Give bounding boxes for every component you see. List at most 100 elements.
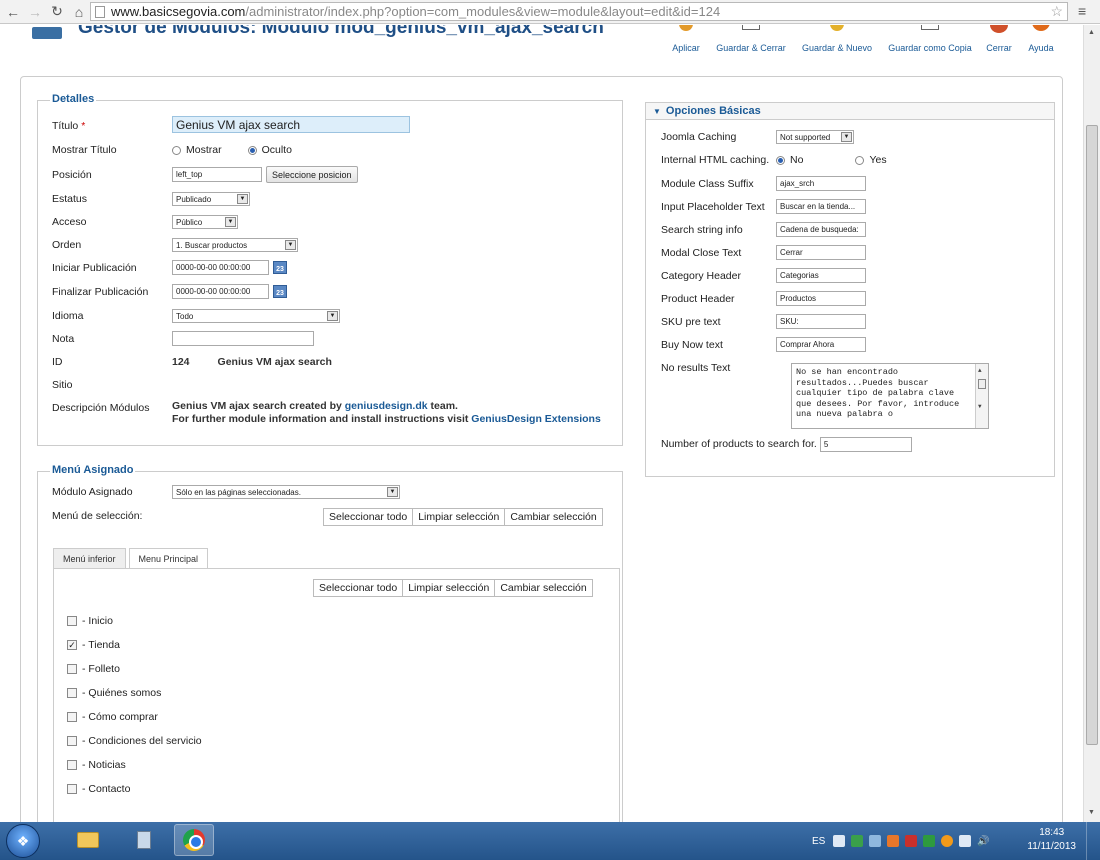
back-arrow-icon[interactable]: ←: [4, 3, 22, 21]
page-icon: [95, 5, 105, 18]
geniusdesign-link[interactable]: geniusdesign.dk: [345, 400, 428, 412]
select-all-button[interactable]: Seleccionar todo: [323, 508, 414, 526]
note-label: Nota: [52, 333, 75, 345]
bookmark-star-icon[interactable]: ☆: [1050, 3, 1063, 20]
checkbox[interactable]: [67, 760, 77, 770]
action-center-flag-icon[interactable]: [959, 835, 972, 847]
show-desktop-button[interactable]: [1086, 822, 1100, 860]
calendar-icon[interactable]: 23: [273, 261, 287, 274]
menu-item-inicio[interactable]: - Inicio: [67, 613, 113, 629]
position-input[interactable]: left_top: [172, 167, 262, 182]
no-results-textarea[interactable]: No se han encontrado resultados...Puedes…: [791, 363, 989, 429]
network-tray-icon[interactable]: [851, 835, 864, 847]
sku-input[interactable]: SKU:: [776, 314, 866, 329]
chrome-taskbar-button[interactable]: [174, 824, 214, 856]
checkbox[interactable]: [67, 688, 77, 698]
volume-icon[interactable]: 🔊: [977, 836, 989, 847]
forward-arrow-icon[interactable]: →: [26, 3, 44, 21]
geniusdesign-extensions-link[interactable]: GeniusDesign Extensions: [471, 413, 601, 425]
note-input[interactable]: [172, 331, 314, 346]
publish-up-input[interactable]: 0000-00-00 00:00:00: [172, 260, 269, 275]
html-caching-yes-radio[interactable]: [855, 155, 865, 165]
buy-now-input[interactable]: Comprar Ahora: [776, 337, 866, 352]
panel-clear-selection-button[interactable]: Limpiar selección: [402, 579, 496, 597]
class-suffix-input[interactable]: ajax_srch: [776, 176, 866, 191]
calculator-taskbar-button[interactable]: [124, 824, 164, 856]
help-tray-icon[interactable]: [833, 835, 846, 847]
panel-toggle-selection-button[interactable]: Cambiar selección: [494, 579, 593, 597]
apply-button[interactable]: Aplicar: [666, 25, 706, 53]
language-control: Todo ▼: [172, 309, 340, 323]
textarea-scrollbar[interactable]: ▲ ▼: [975, 364, 988, 428]
page-scroll-thumb[interactable]: [1086, 125, 1098, 745]
scroll-down-icon[interactable]: ▼: [1088, 809, 1095, 816]
menu-item-quienes-somos[interactable]: - Quiénes somos: [67, 685, 161, 701]
publish-down-input[interactable]: 0000-00-00 00:00:00: [172, 284, 269, 299]
menu-item-como-comprar[interactable]: - Cómo comprar: [67, 709, 158, 725]
checkbox[interactable]: [67, 616, 77, 626]
checkbox[interactable]: [67, 784, 77, 794]
clear-selection-button[interactable]: Limpiar selección: [412, 508, 506, 526]
help-button[interactable]: Ayuda: [1024, 25, 1058, 53]
nvidia-tray-icon[interactable]: [923, 835, 936, 847]
num-products-input[interactable]: 5: [819, 436, 912, 452]
save-close-button[interactable]: Guardar & Cerrar: [712, 25, 790, 53]
scroll-up-icon[interactable]: ▲: [1088, 29, 1095, 36]
explorer-taskbar-button[interactable]: [68, 824, 108, 856]
app-tray-icon[interactable]: [887, 835, 900, 847]
product-header-input[interactable]: Productos: [776, 291, 866, 306]
tab-menu-principal[interactable]: Menu Principal: [128, 548, 209, 569]
access-select[interactable]: Público ▼: [172, 215, 238, 229]
menu-item-folleto[interactable]: - Folleto: [67, 661, 120, 677]
menu-item-tienda[interactable]: ✓ - Tienda: [67, 637, 120, 653]
buy-now-label: Buy Now text: [661, 339, 723, 351]
hide-radio[interactable]: [247, 145, 257, 155]
page-scrollbar[interactable]: ▲ ▼: [1083, 25, 1100, 822]
save-copy-button[interactable]: Guardar como Copia: [884, 25, 976, 53]
placeholder-text-input[interactable]: Buscar en la tienda...: [776, 199, 866, 214]
order-select[interactable]: 1. Buscar productos ▼: [172, 238, 298, 252]
save-new-button[interactable]: Guardar & Nuevo: [798, 25, 876, 53]
order-label: Orden: [52, 239, 82, 251]
title-input[interactable]: Genius VM ajax search: [172, 116, 410, 133]
search-string-input[interactable]: Cadena de busqueda:: [776, 222, 866, 237]
assigned-select[interactable]: Sólo en las páginas seleccionadas. ▼: [172, 485, 400, 499]
placeholder-text-label: Input Placeholder Text: [661, 201, 765, 213]
menu-item-contacto[interactable]: - Contacto: [67, 781, 130, 797]
reload-icon[interactable]: ↻: [48, 3, 66, 21]
checkbox[interactable]: [67, 712, 77, 722]
joomla-caching-select[interactable]: Not supported ▼: [776, 130, 854, 144]
modal-close-input[interactable]: Cerrar: [776, 245, 866, 260]
clock[interactable]: 18:43 11/11/2013: [1027, 826, 1076, 854]
language-indicator[interactable]: ES: [812, 836, 825, 847]
category-header-input[interactable]: Categorias: [776, 268, 866, 283]
pdf-tray-icon[interactable]: [905, 835, 918, 847]
tab-menu-inferior[interactable]: Menú inferior: [53, 548, 126, 568]
status-select[interactable]: Publicado ▼: [172, 192, 250, 206]
panel-select-all-button[interactable]: Seleccionar todo: [313, 579, 404, 597]
menu-item-noticias[interactable]: - Noticias: [67, 757, 126, 773]
save-close-label: Guardar & Cerrar: [716, 43, 786, 53]
details-fieldset: Detalles Título * Genius VM ajax search …: [37, 93, 623, 446]
office-tray-icon[interactable]: [941, 835, 954, 847]
toggle-selection-button[interactable]: Cambiar selección: [504, 508, 603, 526]
language-select[interactable]: Todo ▼: [172, 309, 340, 323]
basic-options-header[interactable]: ▼ Opciones Básicas: [646, 103, 1054, 120]
menu-item-condiciones[interactable]: - Condiciones del servicio: [67, 733, 202, 749]
browser-menu-icon[interactable]: ≡: [1078, 3, 1086, 19]
description-control: Genius VM ajax search created by geniusd…: [172, 400, 601, 425]
start-button[interactable]: ❖: [6, 824, 40, 858]
home-icon[interactable]: ⌂: [70, 3, 88, 21]
html-caching-no-radio[interactable]: [776, 155, 785, 165]
show-radio[interactable]: [172, 145, 181, 155]
checkbox[interactable]: [67, 664, 77, 674]
page-viewport: Gestor de Módulos: Módulo mod_genius_vm_…: [0, 25, 1083, 822]
close-button[interactable]: Cerrar: [982, 25, 1016, 53]
access-label: Acceso: [52, 216, 87, 228]
address-bar[interactable]: www.basicsegovia.com/administrator/index…: [90, 2, 1068, 21]
select-position-button[interactable]: Seleccione posicion: [266, 166, 358, 183]
display-tray-icon[interactable]: [869, 835, 882, 847]
checkbox-checked[interactable]: ✓: [67, 640, 77, 650]
checkbox[interactable]: [67, 736, 77, 746]
calendar-icon[interactable]: 23: [273, 285, 287, 298]
